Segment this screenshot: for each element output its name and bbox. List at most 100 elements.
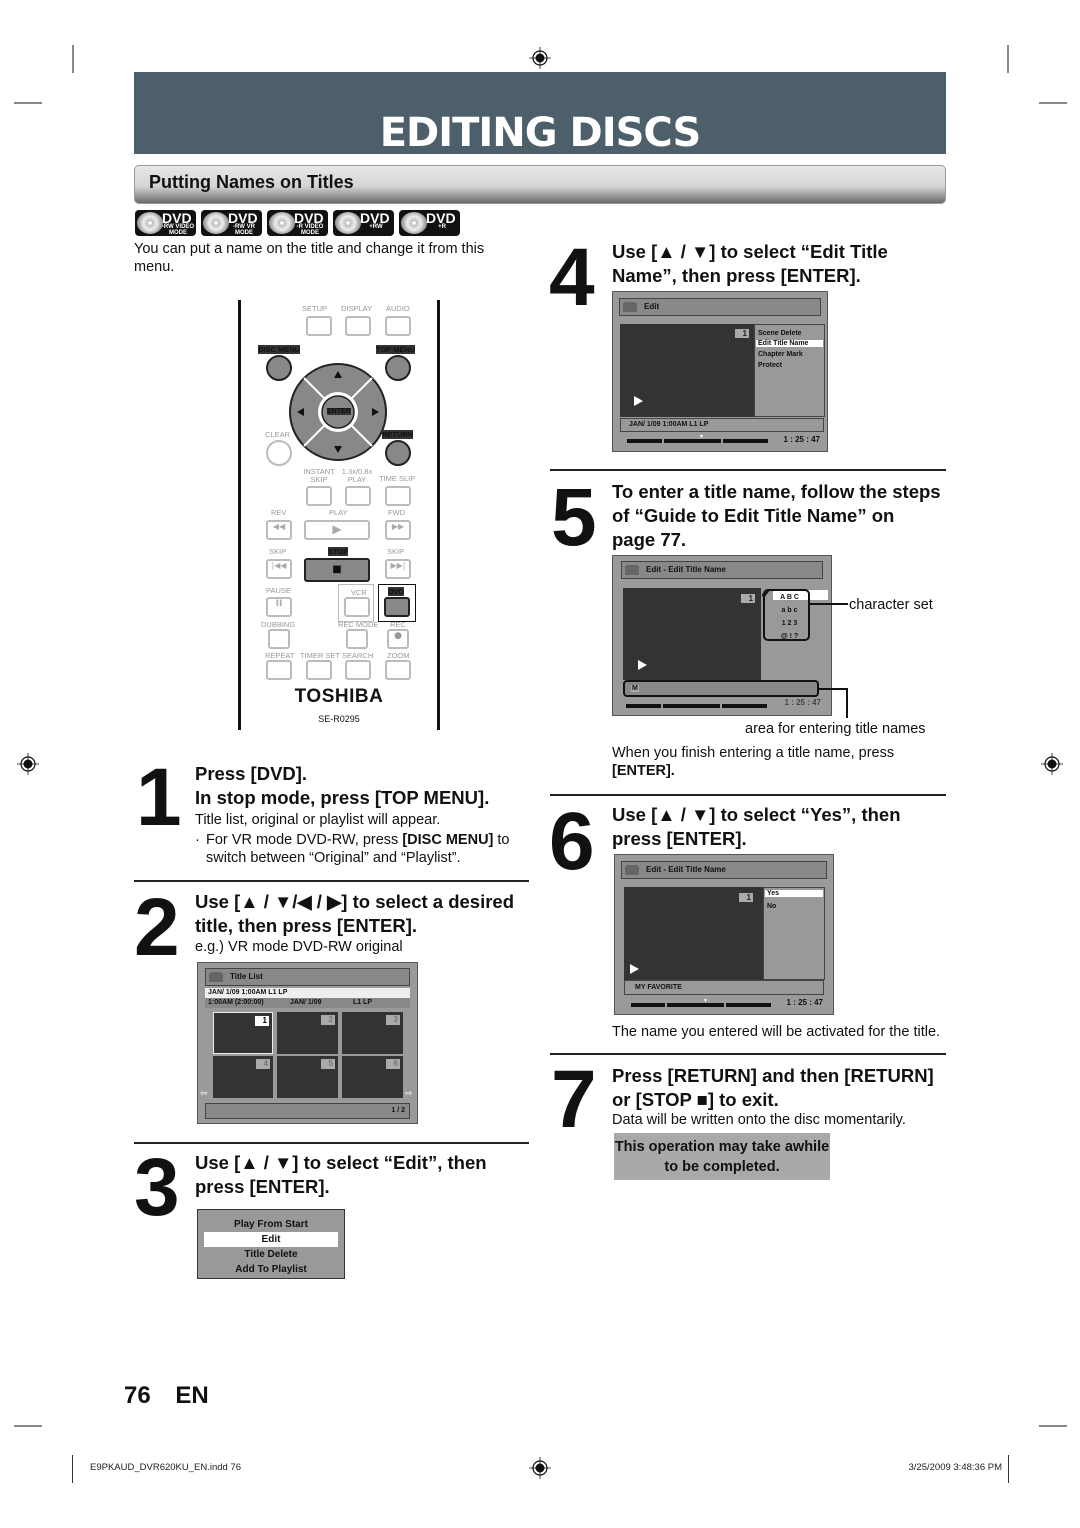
menu-item-yes[interactable]: Yes	[765, 890, 823, 897]
menu-item-chapter-mark[interactable]: Chapter Mark	[758, 351, 803, 358]
timer-set-button[interactable]	[306, 660, 332, 680]
play-speed-button[interactable]	[345, 486, 371, 506]
charset-uppercase[interactable]: A B C	[771, 591, 808, 604]
registration-mark-icon	[529, 1457, 551, 1479]
title-thumbnail[interactable]: 3	[342, 1012, 403, 1054]
audio-button[interactable]	[385, 316, 411, 336]
time-slip-button[interactable]	[385, 486, 411, 506]
title-list-screen: Title List JAN/ 1/09 1:00AM L1 LP 1:00AM…	[197, 962, 418, 1124]
progress-segment	[627, 439, 662, 443]
step-5-text: When you finish entering a title name, p…	[612, 745, 895, 779]
callout-line	[818, 688, 848, 690]
title-thumbnail[interactable]: 5	[277, 1056, 338, 1098]
crop-mark	[14, 102, 42, 104]
video-preview: 1	[620, 324, 754, 417]
title-thumbnail[interactable]: 4	[213, 1056, 273, 1098]
menu-item-title-delete[interactable]: Title Delete	[198, 1247, 344, 1262]
label-play: PLAY	[329, 508, 348, 517]
screen-title-bar: Edit - Edit Title Name	[621, 861, 827, 879]
label-time-slip: TIME SLIP	[379, 474, 416, 483]
title-thumbnail[interactable]: 6	[342, 1056, 403, 1098]
play-button[interactable]: ▶	[304, 520, 370, 540]
stop-button[interactable]: ■	[304, 558, 370, 582]
rec-button[interactable]: ●	[387, 629, 409, 649]
charset-numbers[interactable]: 1 2 3	[771, 617, 808, 630]
progress-segment	[631, 1003, 665, 1007]
title-info: JAN/ 1/09 1:00AM L1 LP	[620, 418, 824, 432]
vcr-button[interactable]	[344, 597, 370, 617]
position-marker-icon: ▼	[703, 998, 708, 1004]
callout-line	[846, 688, 848, 718]
repeat-button[interactable]	[266, 660, 292, 680]
step-number: 4	[549, 232, 595, 323]
step-number: 6	[549, 796, 595, 887]
progress-segment	[723, 439, 768, 443]
search-button[interactable]	[345, 660, 371, 680]
charset-symbols[interactable]: @ ! ?	[771, 630, 808, 643]
label-clear: CLEAR	[265, 430, 291, 439]
menu-item-add-to-playlist[interactable]: Add To Playlist	[198, 1262, 344, 1277]
step-4-heading: Use [▲ / ▼] to select “Edit Title Name”,…	[612, 241, 888, 286]
top-menu-button[interactable]	[385, 355, 411, 381]
label-return: RETURN	[382, 430, 414, 439]
info-line-2: 1:00AM (2:00:00) JAN/ 1/09 L1 LP	[205, 998, 410, 1008]
callout-line	[808, 603, 848, 605]
title-thumbnail[interactable]: 2	[277, 1012, 338, 1054]
label-rec: REC	[390, 620, 406, 629]
next-page-arrow-icon[interactable]: ⇨	[405, 1088, 413, 1099]
step-5-heading: To enter a title name, follow the steps …	[612, 481, 941, 550]
step-7-text: Data will be written onto the disc momen…	[612, 1112, 906, 1128]
title-name-entry-field[interactable]: M	[623, 680, 819, 697]
model-number: SE-R0295	[318, 714, 360, 724]
label-dubbing: DUBBING	[261, 620, 296, 629]
menu-item-scene-delete[interactable]: Scene Delete	[758, 330, 802, 337]
instant-skip-button[interactable]	[306, 486, 332, 506]
screen-title-bar: Title List	[205, 968, 410, 986]
clear-button[interactable]	[266, 440, 292, 466]
skip-fwd-button[interactable]: ▶▶|	[385, 559, 411, 579]
pause-button[interactable]: II	[266, 597, 292, 617]
registration-mark-icon	[529, 47, 551, 69]
display-button[interactable]	[345, 316, 371, 336]
title-thumbnail[interactable]: 1	[213, 1012, 273, 1054]
dubbing-button[interactable]	[268, 629, 290, 649]
menu-item-no[interactable]: No	[767, 903, 776, 910]
setup-button[interactable]	[306, 316, 332, 336]
remote-edge	[238, 300, 241, 730]
menu-item-edit-title-name[interactable]: Edit Title Name	[756, 340, 823, 347]
confirm-menu: Yes No	[763, 887, 825, 980]
charset-lowercase[interactable]: a b c	[771, 604, 808, 617]
original-disc-icon	[625, 865, 639, 875]
original-disc-icon	[625, 565, 639, 575]
progress-segment	[626, 704, 661, 708]
play-icon	[630, 964, 639, 974]
menu-item-play-from-start[interactable]: Play From Start	[198, 1217, 344, 1232]
divider	[134, 1142, 529, 1144]
original-disc-icon	[623, 302, 637, 312]
note-box: This operation may take awhile to be com…	[614, 1133, 830, 1180]
crop-mark	[72, 1455, 73, 1483]
fwd-button[interactable]: ▶▶	[385, 520, 411, 540]
prev-page-arrow-icon[interactable]: ⇦	[200, 1088, 208, 1099]
remote-edge	[437, 300, 440, 730]
label-stop: STOP	[328, 547, 349, 556]
label-fwd: FWD	[388, 508, 406, 517]
menu-item-protect[interactable]: Protect	[758, 362, 782, 369]
progress-segment	[726, 1003, 771, 1007]
zoom-button[interactable]	[385, 660, 411, 680]
label-rec-mode: REC MODE	[338, 620, 379, 629]
rev-button[interactable]: ◀◀	[266, 520, 292, 540]
progress-segment	[664, 439, 721, 443]
dvd-button[interactable]	[384, 597, 410, 617]
label-timer-set: TIMER SET	[300, 651, 341, 660]
return-button[interactable]	[385, 440, 411, 466]
menu-item-edit[interactable]: Edit	[204, 1232, 338, 1247]
rec-mode-button[interactable]	[346, 629, 368, 649]
label-pause: PAUSE	[266, 586, 291, 595]
play-icon	[634, 396, 643, 406]
skip-back-button[interactable]: |◀◀	[266, 559, 292, 579]
edit-context-menu: Play From Start Edit Title Delete Add To…	[197, 1209, 345, 1279]
step-6-heading: Use [▲ / ▼] to select “Yes”, then press …	[612, 804, 901, 849]
crop-mark	[72, 45, 74, 73]
enter-button[interactable]: ENTER	[327, 408, 351, 415]
